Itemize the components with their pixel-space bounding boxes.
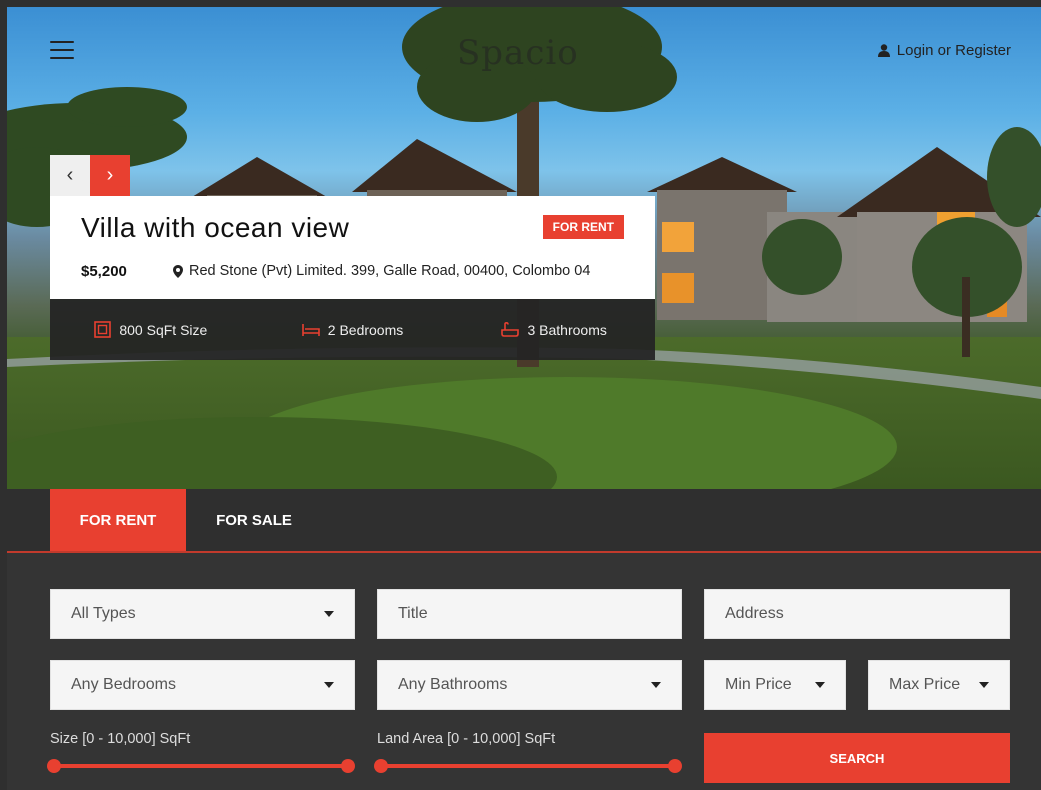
slider-prev-button[interactable]: ‹ <box>50 155 90 196</box>
menu-icon[interactable] <box>50 41 74 61</box>
listing-address: Red Stone (Pvt) Limited. 399, Galle Road… <box>173 263 590 279</box>
caret-down-icon <box>979 682 989 688</box>
chevron-right-icon: › <box>106 164 114 186</box>
caret-down-icon <box>324 682 334 688</box>
hero-banner: Spacio Login or Register ‹ › Villa with … <box>7 7 1041 489</box>
size-range-track <box>53 764 349 768</box>
bedrooms-select-value: Any Bedrooms <box>71 676 176 693</box>
search-button[interactable]: SEARCH <box>704 733 1010 783</box>
size-range-min-handle[interactable] <box>47 759 61 773</box>
listing-card[interactable]: Villa with ocean view FOR RENT $5,200 Re… <box>50 196 655 299</box>
title-placeholder: Title <box>398 605 428 622</box>
login-register-label: Login or Register <box>896 42 1011 59</box>
bathrooms-select-value: Any Bathrooms <box>398 676 508 693</box>
bath-icon <box>501 322 520 337</box>
listing-status-badge: FOR RENT <box>542 215 624 239</box>
search-tabs: FOR RENT FOR SALE <box>7 489 1041 553</box>
type-select[interactable]: All Types <box>50 589 355 639</box>
min-price-value: Min Price <box>725 676 792 693</box>
max-price-value: Max Price <box>889 676 961 693</box>
stat-bedrooms-label: 2 Bedrooms <box>327 321 404 338</box>
map-marker-icon <box>173 264 183 278</box>
stat-size-label: 800 SqFt Size <box>119 321 208 338</box>
address-input[interactable]: Address <box>704 589 1010 639</box>
stat-bedrooms: 2 Bedrooms <box>252 299 454 360</box>
stat-size: 800 SqFt Size <box>50 299 252 360</box>
min-price-select[interactable]: Min Price <box>704 660 846 710</box>
land-range-min-handle[interactable] <box>374 759 388 773</box>
tab-for-rent[interactable]: FOR RENT <box>50 489 186 551</box>
listing-price: $5,200 <box>81 263 127 280</box>
user-icon <box>877 44 890 57</box>
type-select-value: All Types <box>71 605 136 622</box>
land-range-max-handle[interactable] <box>668 759 682 773</box>
max-price-select[interactable]: Max Price <box>868 660 1010 710</box>
chevron-left-icon: ‹ <box>66 164 74 186</box>
caret-down-icon <box>815 682 825 688</box>
address-placeholder: Address <box>725 605 784 622</box>
slider-next-button[interactable]: › <box>90 155 130 196</box>
search-form: All Types Title Address Any Bedrooms Any… <box>7 553 1041 790</box>
bed-icon <box>301 323 320 336</box>
land-range-slider[interactable] <box>374 759 682 773</box>
site-logo[interactable]: Spacio <box>457 33 579 73</box>
caret-down-icon <box>324 611 334 617</box>
bedrooms-select[interactable]: Any Bedrooms <box>50 660 355 710</box>
title-input[interactable]: Title <box>377 589 682 639</box>
listing-address-text: Red Stone (Pvt) Limited. 399, Galle Road… <box>189 263 591 279</box>
bathrooms-select[interactable]: Any Bathrooms <box>377 660 682 710</box>
size-icon <box>94 321 112 338</box>
land-range-label: Land Area [0 - 10,000] SqFt <box>377 731 556 747</box>
size-range-max-handle[interactable] <box>341 759 355 773</box>
login-register-link[interactable]: Login or Register <box>877 42 1011 59</box>
listing-title[interactable]: Villa with ocean view <box>81 212 349 244</box>
listing-stats-bar: 800 SqFt Size 2 Bedrooms 3 Bathrooms <box>50 299 655 360</box>
tab-for-sale[interactable]: FOR SALE <box>186 489 322 551</box>
size-range-label: Size [0 - 10,000] SqFt <box>50 731 191 747</box>
size-range-slider[interactable] <box>47 759 355 773</box>
stat-bathrooms: 3 Bathrooms <box>453 299 655 360</box>
page: Spacio Login or Register ‹ › Villa with … <box>7 7 1041 790</box>
stat-bathrooms-label: 3 Bathrooms <box>527 321 607 338</box>
caret-down-icon <box>651 682 661 688</box>
land-range-track <box>380 764 676 768</box>
